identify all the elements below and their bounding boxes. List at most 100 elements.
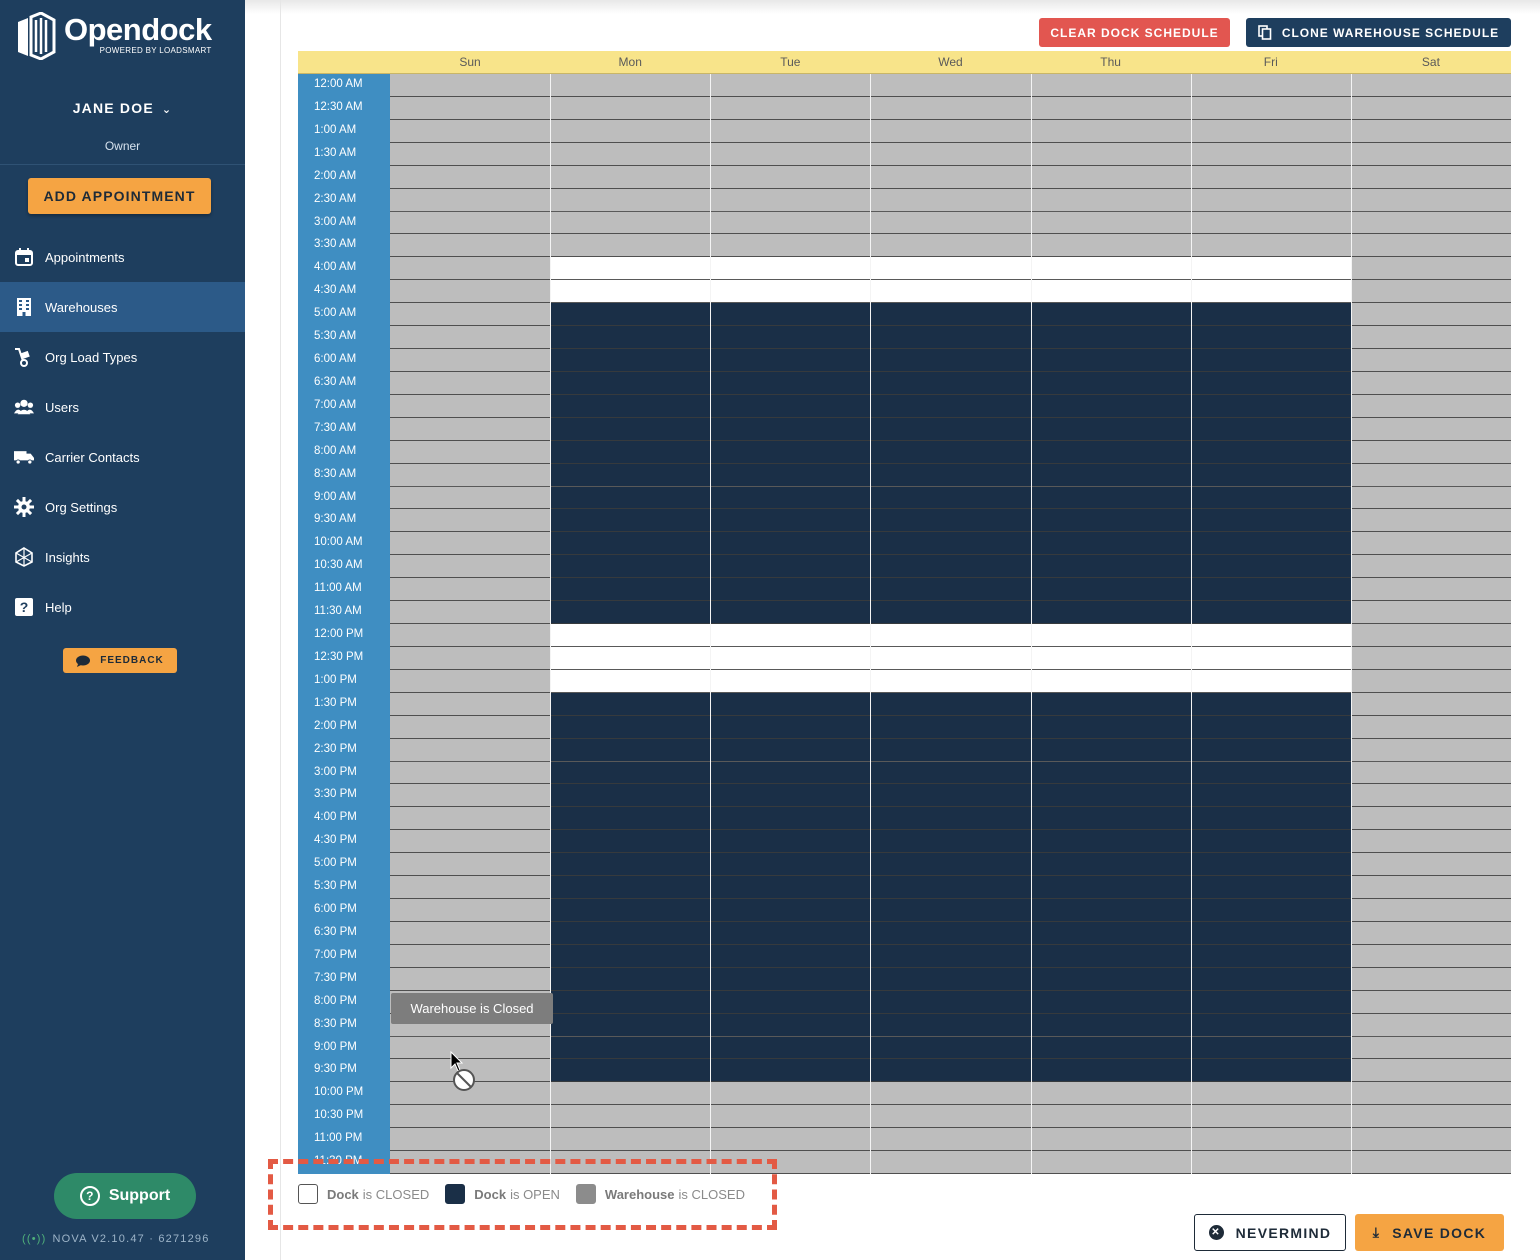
schedule-cell[interactable] (1030, 96, 1191, 120)
schedule-cell[interactable] (710, 303, 871, 327)
schedule-cell[interactable] (390, 967, 551, 991)
schedule-cell[interactable] (390, 211, 551, 235)
schedule-cell[interactable] (710, 899, 871, 922)
schedule-cell[interactable] (870, 371, 1031, 395)
schedule-cell[interactable] (710, 738, 871, 762)
sidebar-item-help[interactable]: ? Help (0, 582, 245, 632)
schedule-cell[interactable] (550, 715, 711, 739)
schedule-cell[interactable] (1030, 417, 1191, 441)
schedule-cell[interactable] (1190, 669, 1351, 693)
schedule-cell[interactable] (870, 509, 1031, 533)
sidebar-item-insights[interactable]: Insights (0, 532, 245, 582)
schedule-cell[interactable] (390, 257, 551, 281)
sidebar-item-org-settings[interactable]: Org Settings (0, 482, 245, 532)
schedule-cell[interactable] (550, 96, 711, 120)
schedule-cell[interactable] (390, 119, 551, 143)
schedule-cell[interactable] (550, 486, 711, 510)
schedule-cell[interactable] (390, 509, 551, 533)
schedule-cell[interactable] (1350, 738, 1511, 762)
schedule-cell[interactable] (870, 234, 1031, 258)
clear-dock-schedule-button[interactable]: CLEAR DOCK SCHEDULE (1039, 18, 1230, 47)
schedule-cell[interactable] (1030, 853, 1191, 877)
schedule-cell[interactable] (1190, 349, 1351, 372)
schedule-cell[interactable] (1350, 1128, 1511, 1152)
schedule-cell[interactable] (710, 876, 871, 899)
schedule-cell[interactable] (550, 967, 711, 991)
schedule-cell[interactable] (1350, 692, 1511, 716)
schedule-cell[interactable] (390, 440, 551, 464)
schedule-cell[interactable] (390, 142, 551, 166)
schedule-cell[interactable] (1030, 578, 1191, 602)
schedule-cell[interactable] (1190, 784, 1351, 808)
schedule-cell[interactable] (1350, 967, 1511, 991)
schedule-cell[interactable] (1350, 257, 1511, 281)
schedule-cell[interactable] (1190, 1013, 1351, 1037)
schedule-cell[interactable] (710, 1013, 871, 1037)
schedule-cell[interactable] (550, 601, 711, 624)
schedule-cell[interactable] (1030, 142, 1191, 166)
schedule-cell[interactable] (870, 876, 1031, 899)
schedule-cell[interactable] (1350, 921, 1511, 945)
schedule-cell[interactable] (390, 1128, 551, 1152)
schedule-cell[interactable] (1030, 601, 1191, 624)
schedule-cell[interactable] (1190, 74, 1351, 97)
schedule-cell[interactable] (710, 96, 871, 120)
schedule-cell[interactable] (1190, 96, 1351, 120)
schedule-cell[interactable] (1190, 188, 1351, 212)
schedule-cell[interactable] (710, 1082, 871, 1106)
schedule-cell[interactable] (550, 1082, 711, 1106)
schedule-cell[interactable] (1190, 601, 1351, 624)
schedule-cell[interactable] (390, 692, 551, 716)
schedule-cell[interactable] (1190, 830, 1351, 854)
schedule-cell[interactable] (710, 417, 871, 441)
schedule-cell[interactable] (1030, 440, 1191, 464)
schedule-cell[interactable] (550, 738, 711, 762)
schedule-cell[interactable] (550, 349, 711, 372)
schedule-cell[interactable] (1030, 1036, 1191, 1060)
schedule-cell[interactable] (1190, 967, 1351, 991)
schedule-cell[interactable] (1350, 646, 1511, 670)
schedule-cell[interactable] (550, 1013, 711, 1037)
schedule-cell[interactable] (550, 188, 711, 212)
schedule-cell[interactable] (550, 532, 711, 556)
schedule-cell[interactable] (1030, 692, 1191, 716)
schedule-cell[interactable] (390, 853, 551, 877)
schedule-cell[interactable] (550, 578, 711, 602)
schedule-cell[interactable] (1030, 784, 1191, 808)
schedule-cell[interactable] (1190, 532, 1351, 556)
schedule-cell[interactable] (710, 394, 871, 418)
schedule-cell[interactable] (710, 1128, 871, 1152)
schedule-cell[interactable] (870, 326, 1031, 349)
schedule-cell[interactable] (1190, 1059, 1351, 1083)
schedule-cell[interactable] (550, 830, 711, 854)
schedule-cell[interactable] (710, 188, 871, 212)
schedule-cell[interactable] (710, 807, 871, 831)
schedule-cell[interactable] (1030, 555, 1191, 579)
schedule-cell[interactable] (390, 303, 551, 327)
schedule-cell[interactable] (550, 440, 711, 464)
schedule-cell[interactable] (1190, 142, 1351, 166)
user-menu[interactable]: JANE DOE ⌄ (0, 100, 245, 116)
schedule-cell[interactable] (870, 303, 1031, 327)
schedule-cell[interactable] (1190, 257, 1351, 281)
schedule-cell[interactable] (1190, 761, 1351, 785)
schedule-cell[interactable] (870, 784, 1031, 808)
schedule-cell[interactable] (1190, 234, 1351, 258)
schedule-cell[interactable] (1190, 326, 1351, 349)
schedule-cell[interactable] (390, 371, 551, 395)
schedule-cell[interactable] (1190, 440, 1351, 464)
schedule-cell[interactable] (550, 303, 711, 327)
schedule-cell[interactable] (550, 463, 711, 487)
sidebar-item-appointments[interactable]: Appointments (0, 232, 245, 282)
schedule-cell[interactable] (710, 715, 871, 739)
schedule-cell[interactable] (390, 830, 551, 854)
schedule-cell[interactable] (1350, 303, 1511, 327)
schedule-cell[interactable] (710, 280, 871, 304)
schedule-cell[interactable] (870, 646, 1031, 670)
schedule-cell[interactable] (390, 578, 551, 602)
schedule-cell[interactable] (710, 578, 871, 602)
schedule-cell[interactable] (870, 119, 1031, 143)
schedule-cell[interactable] (390, 921, 551, 945)
schedule-cell[interactable] (1190, 807, 1351, 831)
schedule-cell[interactable] (870, 555, 1031, 579)
